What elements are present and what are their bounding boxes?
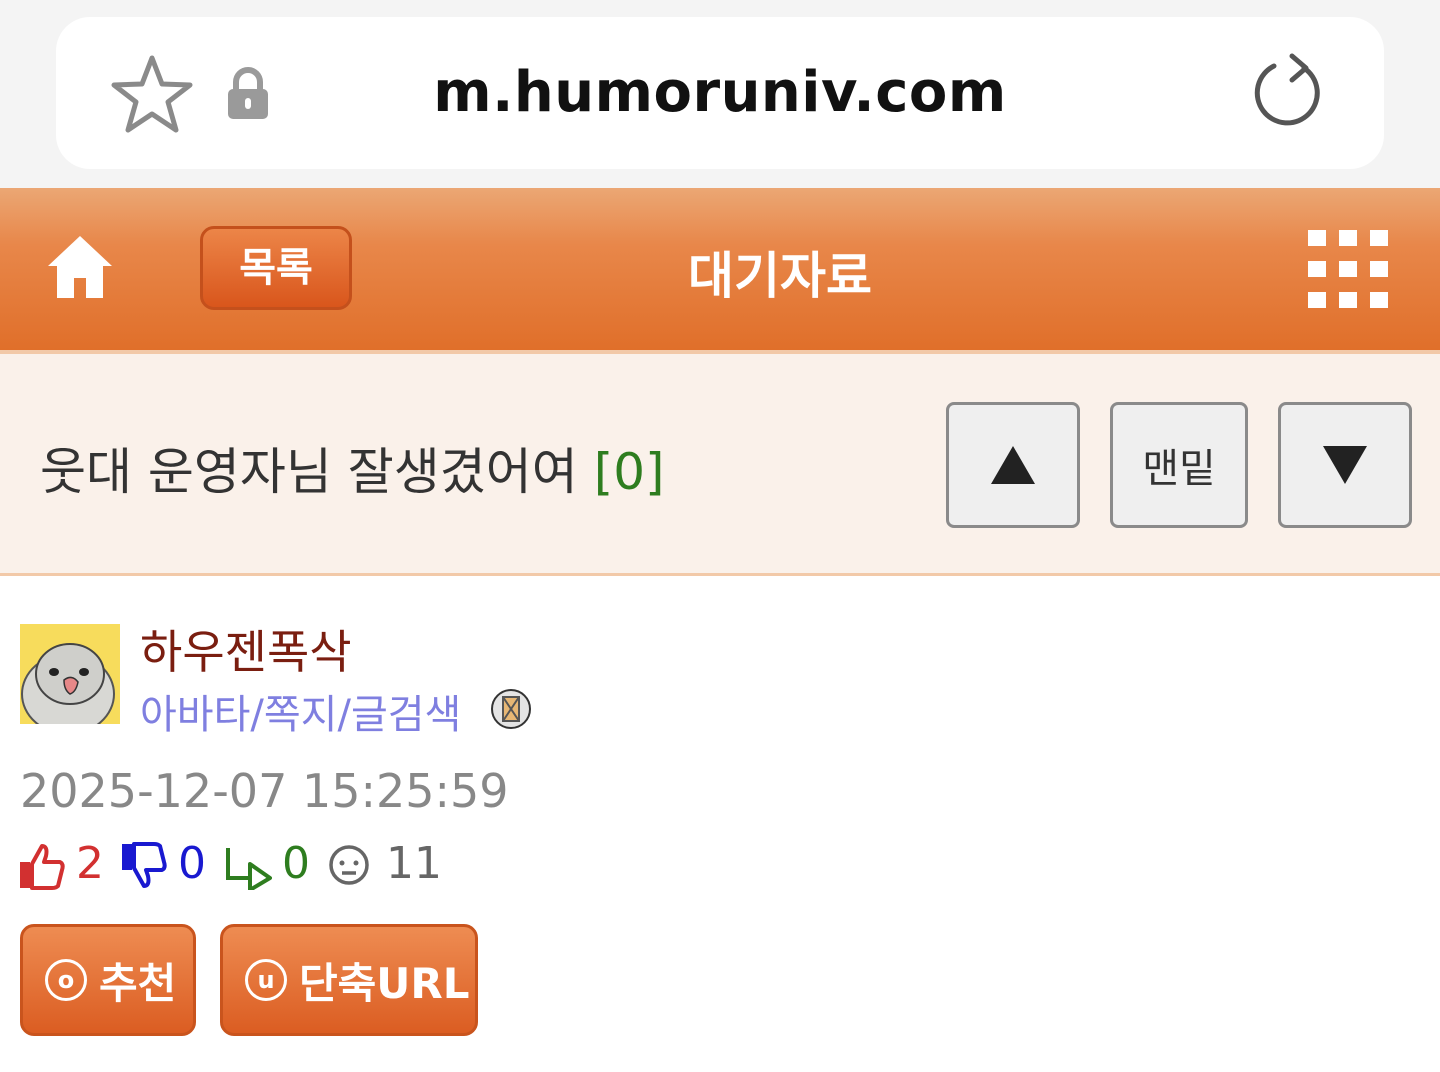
reload-icon[interactable]	[1248, 52, 1328, 132]
home-icon[interactable]	[46, 234, 114, 300]
view-face-icon	[329, 845, 369, 885]
short-url-label: 단축URL	[299, 958, 470, 1008]
bird-avatar-icon	[20, 624, 120, 724]
recommend-circle-icon: o	[45, 959, 87, 1001]
grid-menu-icon[interactable]	[1308, 230, 1388, 308]
post-title: 웃대 운영자님 잘생겼어여 [0]	[40, 432, 665, 504]
downvote-count: 0	[178, 838, 206, 889]
message-icon[interactable]	[490, 688, 532, 730]
author-name[interactable]: 하우젠폭삭	[140, 616, 352, 682]
url-text[interactable]: m.humoruniv.com	[0, 60, 1440, 125]
recommend-label: 추천	[99, 958, 177, 1008]
comment-count[interactable]: [0]	[594, 443, 665, 501]
thumbs-down-icon	[122, 842, 167, 888]
scroll-down-button[interactable]	[1278, 402, 1412, 528]
post-title-text: 웃대 운영자님 잘생겼어여	[40, 443, 578, 501]
author-links[interactable]: 아바타/쪽지/글검색	[140, 682, 461, 740]
short-url-circle-icon: u	[245, 959, 287, 1001]
scroll-bottom-button[interactable]: 맨밑	[1110, 402, 1248, 528]
reply-icon	[226, 848, 272, 890]
triangle-up-icon	[991, 446, 1035, 484]
upvote-count: 2	[76, 838, 104, 889]
thumbs-up-icon	[20, 844, 65, 890]
scroll-up-button[interactable]	[946, 402, 1080, 528]
post-datetime: 2025-12-07 15:25:59	[20, 764, 509, 818]
triangle-down-icon	[1323, 446, 1367, 484]
reply-count: 0	[282, 838, 310, 889]
board-title: 대기자료	[688, 247, 872, 305]
view-count: 11	[386, 838, 442, 889]
avatar[interactable]	[20, 624, 120, 724]
list-button[interactable]: 목록	[200, 226, 352, 310]
short-url-button[interactable]: u 단축URL	[220, 924, 478, 1036]
recommend-button[interactable]: o 추천	[20, 924, 196, 1036]
